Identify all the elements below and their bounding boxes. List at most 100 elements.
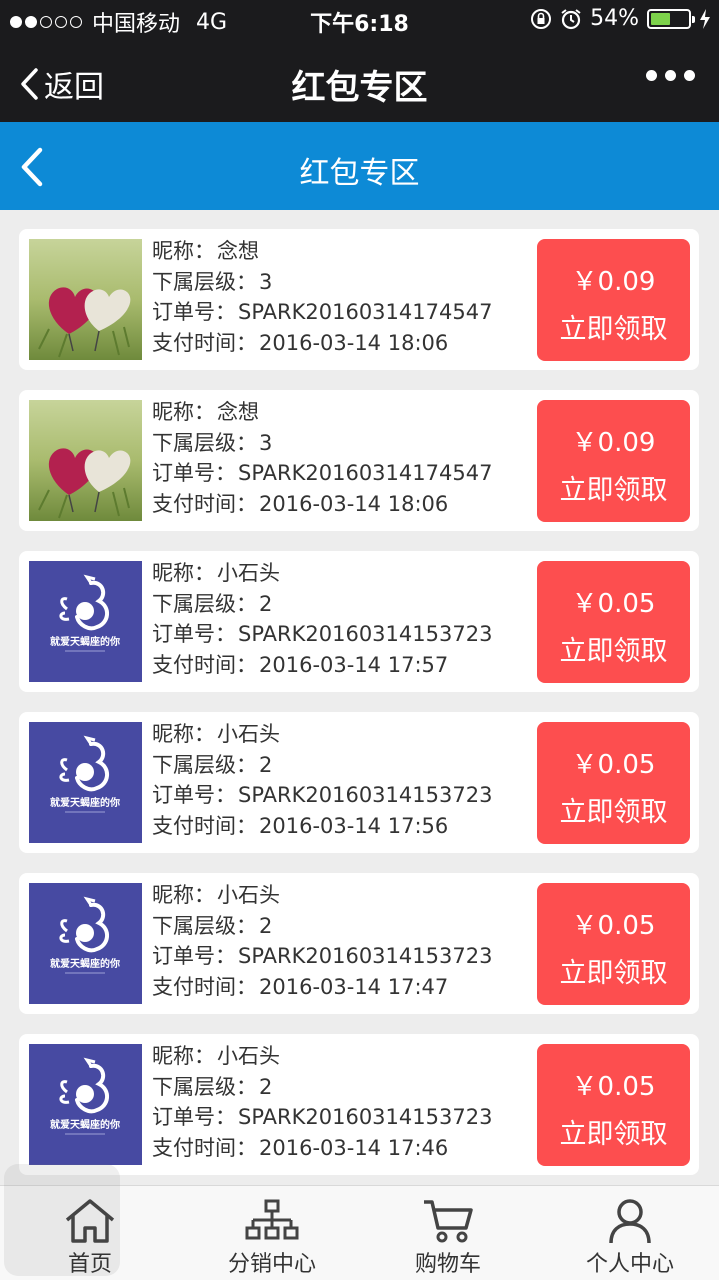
packet-amount: ￥0.05 [571, 911, 656, 941]
order-value: SPARK20160314153723 [238, 1105, 493, 1129]
order-label: 订单号： [152, 1105, 236, 1129]
tab-home[interactable]: 首页 [0, 1186, 180, 1280]
more-dots-icon [646, 70, 657, 81]
level-label: 下属层级： [152, 591, 257, 616]
claim-button[interactable]: ￥0.05 立即领取 [537, 561, 690, 683]
claim-button[interactable]: ￥0.09 立即领取 [537, 239, 690, 361]
home-icon [65, 1199, 115, 1243]
tab-home-label: 首页 [67, 1252, 112, 1277]
claim-label: 立即领取 [559, 475, 668, 506]
order-label: 订单号： [152, 622, 236, 646]
more-menu-button[interactable] [646, 70, 695, 81]
pay-time-value: 2016-03-14 17:47 [259, 974, 449, 999]
packet-amount: ￥0.05 [571, 750, 656, 780]
nickname-label: 昵称： [152, 883, 215, 907]
claim-button[interactable]: ￥0.05 立即领取 [537, 883, 690, 1005]
avatar: 就爱天蝎座的你 [29, 722, 142, 843]
tab-distribution[interactable]: 分销中心 [182, 1186, 362, 1280]
nickname-label: 昵称： [152, 1044, 215, 1068]
packet-info: 昵称：念想 下属层级：3 订单号：SPARK20160314174547 支付时间：2… [152, 236, 492, 358]
packet-info: 昵称：小石头 下属层级：2 订单号：SPARK20160314153723 支付时间：… [152, 719, 492, 841]
pay-time-label: 支付时间： [152, 1135, 257, 1160]
pay-time-value: 2016-03-14 17:57 [259, 652, 449, 677]
claim-button[interactable]: ￥0.09 立即领取 [537, 400, 690, 522]
packet-info: 昵称：小石头 下属层级：2 订单号：SPARK20160314153723 支付时间：… [152, 880, 492, 1002]
claim-label: 立即领取 [559, 797, 668, 828]
packet-amount: ￥0.05 [571, 1072, 656, 1102]
order-label: 订单号： [152, 944, 236, 968]
packet-info: 昵称：小石头 下属层级：2 订单号：SPARK20160314153723 支付时间：… [152, 1041, 492, 1163]
claim-label: 立即领取 [559, 1119, 668, 1150]
red-packet-card: 昵称：念想 下属层级：3 订单号：SPARK20160314174547 支付时间：2… [19, 229, 699, 370]
claim-button[interactable]: ￥0.05 立即领取 [537, 722, 690, 844]
order-row: 订单号：SPARK20160314153723 [152, 1102, 492, 1133]
level-value: 2 [259, 591, 273, 616]
order-label: 订单号： [152, 461, 236, 485]
packet-amount: ￥0.05 [571, 589, 656, 619]
claim-button[interactable]: ￥0.05 立即领取 [537, 1044, 690, 1166]
cart-icon [424, 1200, 473, 1243]
nickname-label: 昵称： [152, 239, 215, 263]
pay-time-value: 2016-03-14 17:46 [259, 1135, 449, 1160]
pay-time-row: 支付时间：2016-03-14 18:06 [152, 328, 492, 359]
nav-title: 红包专区 [291, 68, 428, 108]
app-frame: 中国移动 4G 下午6:18 54% 返回 红包专区 红包专区 昵称：念想 下属… [0, 0, 719, 1280]
avatar [29, 239, 142, 360]
level-row: 下属层级：3 [152, 267, 492, 298]
pay-time-label: 支付时间： [152, 330, 257, 355]
level-value: 3 [259, 269, 273, 294]
alarm-icon [561, 8, 581, 29]
level-row: 下属层级：2 [152, 589, 492, 620]
red-packet-list: 昵称：念想 下属层级：3 订单号：SPARK20160314174547 支付时间：2… [0, 210, 719, 1185]
red-packet-card: 就爱天蝎座的你 昵称：小石头 下属层级：2 订单号：SPARK201603141537… [19, 712, 699, 853]
nickname-value: 念想 [217, 239, 259, 263]
pay-time-value: 2016-03-14 18:06 [259, 491, 449, 516]
order-row: 订单号：SPARK20160314174547 [152, 458, 492, 489]
pay-time-value: 2016-03-14 18:06 [259, 330, 449, 355]
nickname-label: 昵称： [152, 400, 215, 424]
tab-cart-label: 购物车 [414, 1252, 481, 1277]
claim-label: 立即领取 [559, 958, 668, 989]
nickname-label: 昵称： [152, 722, 215, 746]
pay-time-row: 支付时间：2016-03-14 17:56 [152, 811, 492, 842]
nickname-row: 昵称：念想 [152, 236, 492, 267]
navigation-bar: 返回 红包专区 [0, 40, 719, 122]
pay-time-row: 支付时间：2016-03-14 17:57 [152, 650, 492, 681]
level-row: 下属层级：3 [152, 428, 492, 459]
nickname-row: 昵称：小石头 [152, 719, 492, 750]
order-row: 订单号：SPARK20160314153723 [152, 619, 492, 650]
claim-label: 立即领取 [559, 636, 668, 667]
battery-icon [647, 8, 695, 29]
nickname-value: 小石头 [217, 883, 280, 907]
svg-text:就爱天蝎座的你: 就爱天蝎座的你 [50, 635, 120, 648]
nickname-value: 小石头 [217, 722, 280, 746]
order-value: SPARK20160314153723 [238, 622, 493, 646]
nickname-row: 昵称：小石头 [152, 558, 492, 589]
order-label: 订单号： [152, 783, 236, 807]
order-row: 订单号：SPARK20160314153723 [152, 780, 492, 811]
avatar: 就爱天蝎座的你 [29, 561, 142, 682]
tab-profile-label: 个人中心 [585, 1252, 674, 1277]
red-packet-card: 就爱天蝎座的你 昵称：小石头 下属层级：2 订单号：SPARK201603141537… [19, 551, 699, 692]
level-label: 下属层级： [152, 1074, 257, 1099]
level-value: 3 [259, 430, 273, 455]
claim-label: 立即领取 [559, 314, 668, 345]
order-value: SPARK20160314174547 [238, 461, 493, 485]
tab-cart[interactable]: 购物车 [358, 1186, 538, 1280]
tab-profile[interactable]: 个人中心 [540, 1186, 719, 1280]
pay-time-value: 2016-03-14 17:56 [259, 813, 449, 838]
page-header: 红包专区 [0, 122, 719, 210]
charging-icon [700, 8, 710, 29]
page-title: 红包专区 [299, 156, 420, 191]
order-row: 订单号：SPARK20160314153723 [152, 941, 492, 972]
avatar: 就爱天蝎座的你 [29, 1044, 142, 1165]
level-row: 下属层级：2 [152, 1072, 492, 1103]
svg-text:就爱天蝎座的你: 就爱天蝎座的你 [50, 796, 120, 809]
rotation-lock-icon [531, 8, 552, 29]
red-packet-card: 就爱天蝎座的你 昵称：小石头 下属层级：2 订单号：SPARK201603141537… [19, 873, 699, 1014]
level-value: 2 [259, 913, 273, 938]
red-packet-card: 就爱天蝎座的你 昵称：小石头 下属层级：2 订单号：SPARK201603141537… [19, 1034, 699, 1175]
pay-time-row: 支付时间：2016-03-14 18:06 [152, 489, 492, 520]
svg-text:就爱天蝎座的你: 就爱天蝎座的你 [50, 1118, 120, 1131]
tab-bar: 首页 分销中心 购物车 个人中心 [0, 1164, 719, 1280]
